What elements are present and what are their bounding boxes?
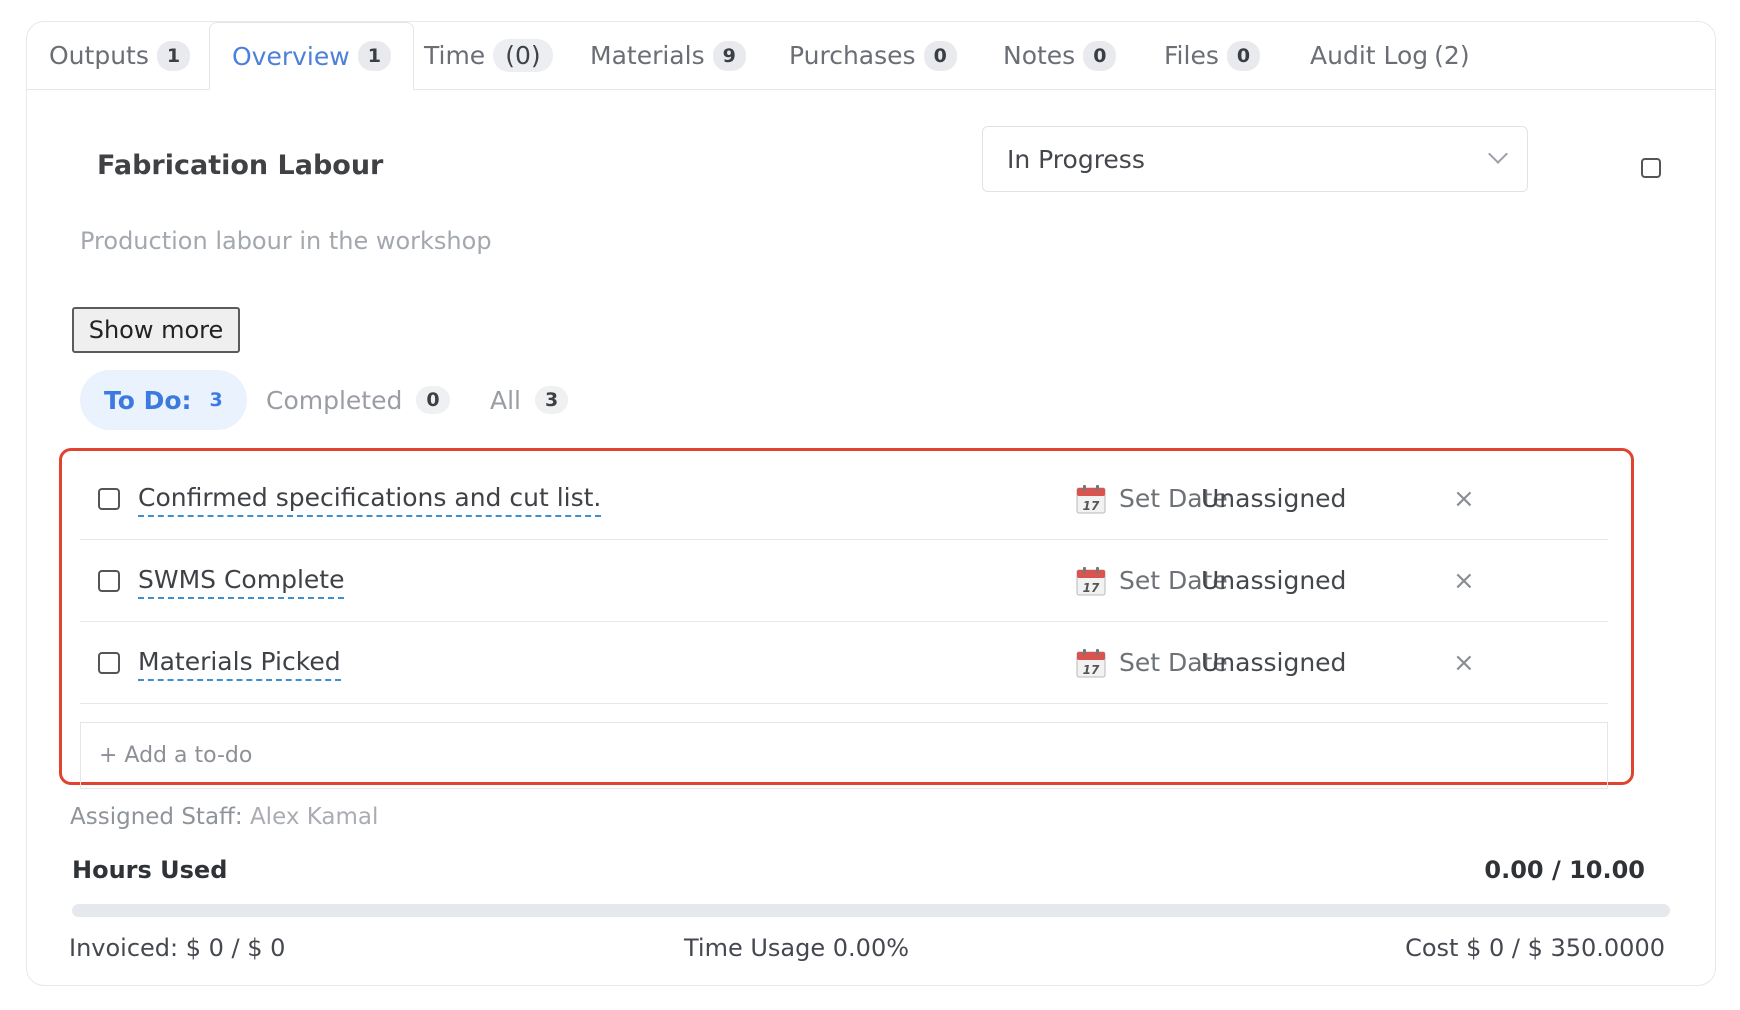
tab-label: Overview [232, 41, 350, 71]
tab-files[interactable]: Files 0 [1164, 22, 1261, 89]
todo-checkbox[interactable] [98, 487, 120, 510]
todo-text[interactable]: Materials Picked [138, 645, 341, 681]
todo-text[interactable]: Confirmed specifications and cut list. [138, 481, 602, 517]
filter-count: 3 [209, 389, 223, 411]
todo-item: Confirmed specifications and cut list. 1… [80, 458, 1608, 540]
todo-item: SWMS Complete 17 Set Date Unassigned × [80, 540, 1608, 622]
task-title: Fabrication Labour [97, 150, 384, 181]
filter-count: 3 [535, 386, 569, 414]
filter-label: Completed [266, 385, 403, 415]
tab-label: Materials [590, 41, 705, 70]
chevron-down-icon [1488, 144, 1508, 164]
tab-count-badge: 0 [1226, 40, 1261, 71]
svg-text:17: 17 [1083, 581, 1100, 595]
cost-summary: Cost $ 0 / $ 350.0000 [1405, 934, 1665, 962]
tab-label: Audit Log [1310, 41, 1429, 70]
hours-used-label: Hours Used [72, 856, 228, 884]
tab-label: Files [1164, 41, 1219, 70]
show-more-button[interactable]: Show more [72, 307, 240, 353]
assignee-selector[interactable]: Unassigned [1201, 648, 1346, 677]
calendar-icon: 17 [1075, 565, 1107, 597]
assignee-selector[interactable]: Unassigned [1201, 484, 1346, 513]
tab-label: Purchases [789, 41, 916, 70]
todo-checkbox[interactable] [98, 569, 120, 592]
assigned-staff: Assigned Staff: Alex Kamal [70, 804, 378, 830]
tab-overview[interactable]: Overview 1 [209, 22, 414, 90]
tab-count-badge: 1 [357, 41, 391, 71]
assignee-selector[interactable]: Unassigned [1201, 566, 1346, 595]
add-todo-input[interactable]: + Add a to-do [80, 722, 1608, 789]
tab-count-badge: (0) [493, 39, 553, 72]
filter-todo[interactable]: To Do: 3 [80, 370, 247, 430]
hours-used-value: 0.00 / 10.00 [1484, 856, 1645, 884]
svg-text:17: 17 [1083, 499, 1100, 513]
tab-materials[interactable]: Materials 9 [590, 22, 746, 89]
status-select-value: In Progress [1007, 144, 1145, 174]
tab-count-badge: 1 [156, 40, 191, 71]
filter-completed[interactable]: Completed 0 [266, 370, 450, 430]
tab-count-badge: 0 [923, 40, 957, 71]
close-icon[interactable]: × [1453, 484, 1475, 514]
todo-text[interactable]: SWMS Complete [138, 563, 345, 599]
tab-audit-log[interactable]: Audit Log (2) [1310, 22, 1470, 89]
hours-progress-bar [72, 904, 1670, 917]
todo-list: Confirmed specifications and cut list. 1… [80, 458, 1608, 704]
tab-time[interactable]: Time (0) [424, 22, 553, 89]
task-description: Production labour in the workshop [80, 227, 492, 255]
invoiced-summary: Invoiced: $ 0 / $ 0 [69, 934, 286, 962]
tab-label: Outputs [49, 41, 149, 70]
filter-all[interactable]: All 3 [490, 370, 569, 430]
task-card: Outputs 1 Overview 1 Time (0) Materials … [26, 21, 1716, 986]
filter-count: 0 [416, 386, 450, 414]
svg-text:17: 17 [1083, 663, 1100, 677]
tab-count-badge: 0 [1083, 40, 1117, 71]
close-icon[interactable]: × [1453, 648, 1475, 678]
tab-outputs[interactable]: Outputs 1 [49, 22, 191, 89]
tab-purchases[interactable]: Purchases 0 [789, 22, 957, 89]
task-complete-checkbox[interactable] [1641, 158, 1661, 178]
todo-checkbox[interactable] [98, 651, 120, 674]
assigned-staff-label: Assigned Staff: [70, 804, 243, 830]
tab-label: Notes [1003, 41, 1076, 70]
tab-label: Time [424, 41, 486, 70]
todo-item: Materials Picked 17 Set Date Unassigned … [80, 622, 1608, 704]
tab-bar: Outputs 1 Overview 1 Time (0) Materials … [27, 22, 1715, 90]
tab-count-badge: 9 [712, 40, 746, 71]
calendar-icon: 17 [1075, 647, 1107, 679]
tab-notes[interactable]: Notes 0 [1003, 22, 1117, 89]
calendar-icon: 17 [1075, 483, 1107, 515]
status-select[interactable]: In Progress [982, 126, 1528, 192]
time-usage-summary: Time Usage 0.00% [684, 934, 910, 962]
filter-label: To Do: [104, 385, 192, 415]
assigned-staff-name: Alex Kamal [249, 804, 379, 830]
tab-count-badge: (2) [1434, 41, 1470, 70]
filter-label: All [490, 385, 521, 415]
close-icon[interactable]: × [1453, 566, 1475, 596]
